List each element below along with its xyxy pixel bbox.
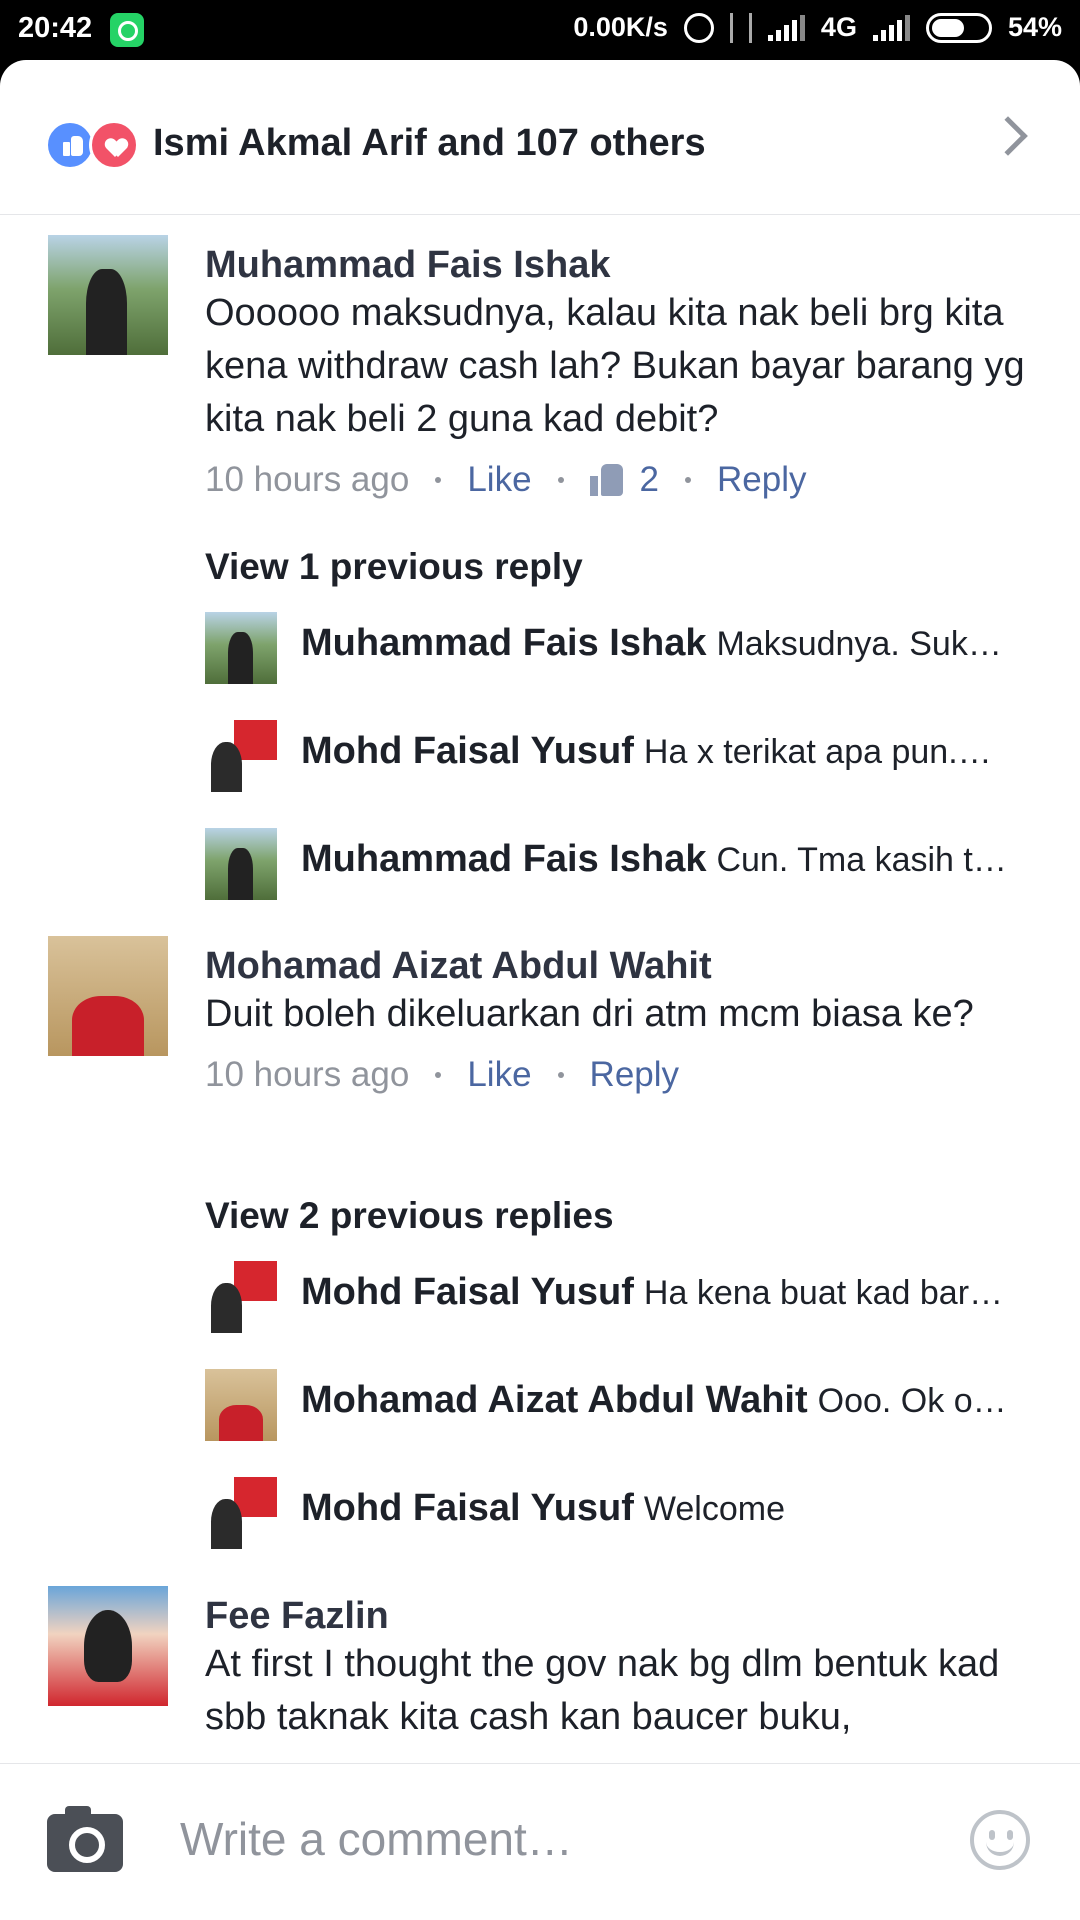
comment-composer [0, 1763, 1080, 1920]
like-icon [45, 120, 95, 170]
avatar[interactable] [205, 1477, 277, 1549]
reply-text: Cun. Tma kasih t… [716, 841, 1007, 879]
reply-button[interactable]: Reply [717, 460, 806, 500]
reply-item[interactable]: Muhammad Fais Ishak Maksudnya. Suk… [205, 612, 1035, 684]
view-previous-replies[interactable]: View 2 previous replies [205, 1195, 614, 1237]
reactions-text: Ismi Akmal Arif and 107 others [153, 122, 706, 164]
chevron-right-icon[interactable] [988, 116, 1028, 156]
whatsapp-icon [110, 13, 144, 47]
love-icon [89, 120, 139, 170]
reply-author[interactable]: Mohd Faisal Yusuf [301, 1487, 634, 1529]
status-icons: 0.00K/s 4G 54% [573, 12, 1062, 43]
avatar[interactable] [48, 1586, 168, 1706]
reply-author[interactable]: Mohamad Aizat Abdul Wahit [301, 1379, 808, 1421]
reply-item[interactable]: Mohd Faisal Yusuf Ha x terikat apa pun.… [205, 720, 1035, 792]
comment-time: 10 hours ago [205, 1055, 410, 1094]
network-speed: 0.00K/s [573, 12, 668, 42]
comments-sheet: Ismi Akmal Arif and 107 others Muhammad … [0, 60, 1080, 1920]
reply-author[interactable]: Muhammad Fais Ishak [301, 838, 706, 880]
avatar[interactable] [205, 1261, 277, 1333]
thumbs-up-icon [589, 464, 624, 496]
status-bar: 20:42 0.00K/s 4G 54% [0, 0, 1080, 60]
signal-icon [767, 14, 805, 41]
comment-text: Duit boleh dikeluarkan dri atm mcm biasa… [205, 993, 974, 1035]
like-button[interactable]: Like [467, 460, 531, 500]
reply-text: Welcome [643, 1490, 786, 1528]
avatar[interactable] [48, 936, 168, 1056]
view-previous-replies[interactable]: View 1 previous reply [205, 546, 583, 588]
comment-input[interactable] [180, 1812, 940, 1866]
avatar[interactable] [205, 720, 277, 792]
comment-author[interactable]: Fee Fazlin [205, 1594, 1035, 1638]
avatar[interactable] [205, 612, 277, 684]
emoji-icon[interactable] [970, 1810, 1030, 1870]
alarm-icon [683, 12, 714, 43]
status-time: 20:42 [18, 12, 93, 44]
reply-text: Ooo. Ok o… [817, 1382, 1007, 1420]
reply-text: Ha x terikat apa pun.… [643, 733, 992, 771]
avatar[interactable] [205, 828, 277, 900]
comment-author[interactable]: Muhammad Fais Ishak [205, 243, 1035, 287]
reply-text: Maksudnya. Suk… [716, 625, 1002, 663]
comment-author[interactable]: Mohamad Aizat Abdul Wahit [205, 944, 1035, 988]
data-transfer-icon [729, 12, 752, 43]
like-count[interactable]: 2 [640, 460, 659, 500]
reactions-summary[interactable]: Ismi Akmal Arif and 107 others [0, 60, 1080, 215]
comment-meta: 10 hours ago Like Reply [205, 1055, 1035, 1095]
reply-item[interactable]: Mohamad Aizat Abdul Wahit Ooo. Ok o… [205, 1369, 1035, 1441]
reply-item[interactable]: Muhammad Fais Ishak Cun. Tma kasih t… [205, 828, 1035, 900]
comment-meta: 10 hours ago Like 2 Reply [205, 460, 1035, 500]
reply-author[interactable]: Mohd Faisal Yusuf [301, 1271, 634, 1313]
avatar[interactable] [205, 1369, 277, 1441]
battery-level: 54% [1007, 12, 1062, 42]
reply-text: Ha kena buat kad bar… [643, 1274, 1004, 1312]
comment-text: Oooooo maksudnya, kalau kita nak beli br… [205, 292, 1025, 440]
comment-text: At first I thought the gov nak bg dlm be… [205, 1643, 1000, 1738]
reply-button[interactable]: Reply [590, 1055, 679, 1095]
network-type: 4G [820, 12, 857, 42]
reply-item[interactable]: Mohd Faisal Yusuf Ha kena buat kad bar… [205, 1261, 1035, 1333]
comment-time: 10 hours ago [205, 460, 410, 499]
like-button[interactable]: Like [467, 1055, 531, 1095]
reply-author[interactable]: Mohd Faisal Yusuf [301, 730, 634, 772]
battery-icon [925, 12, 992, 43]
reaction-icons [45, 120, 141, 170]
avatar[interactable] [48, 235, 168, 355]
reply-author[interactable]: Muhammad Fais Ishak [301, 622, 706, 664]
camera-icon[interactable] [47, 1806, 123, 1872]
reply-item[interactable]: Mohd Faisal Yusuf Welcome [205, 1477, 1035, 1549]
signal-icon [872, 14, 910, 41]
